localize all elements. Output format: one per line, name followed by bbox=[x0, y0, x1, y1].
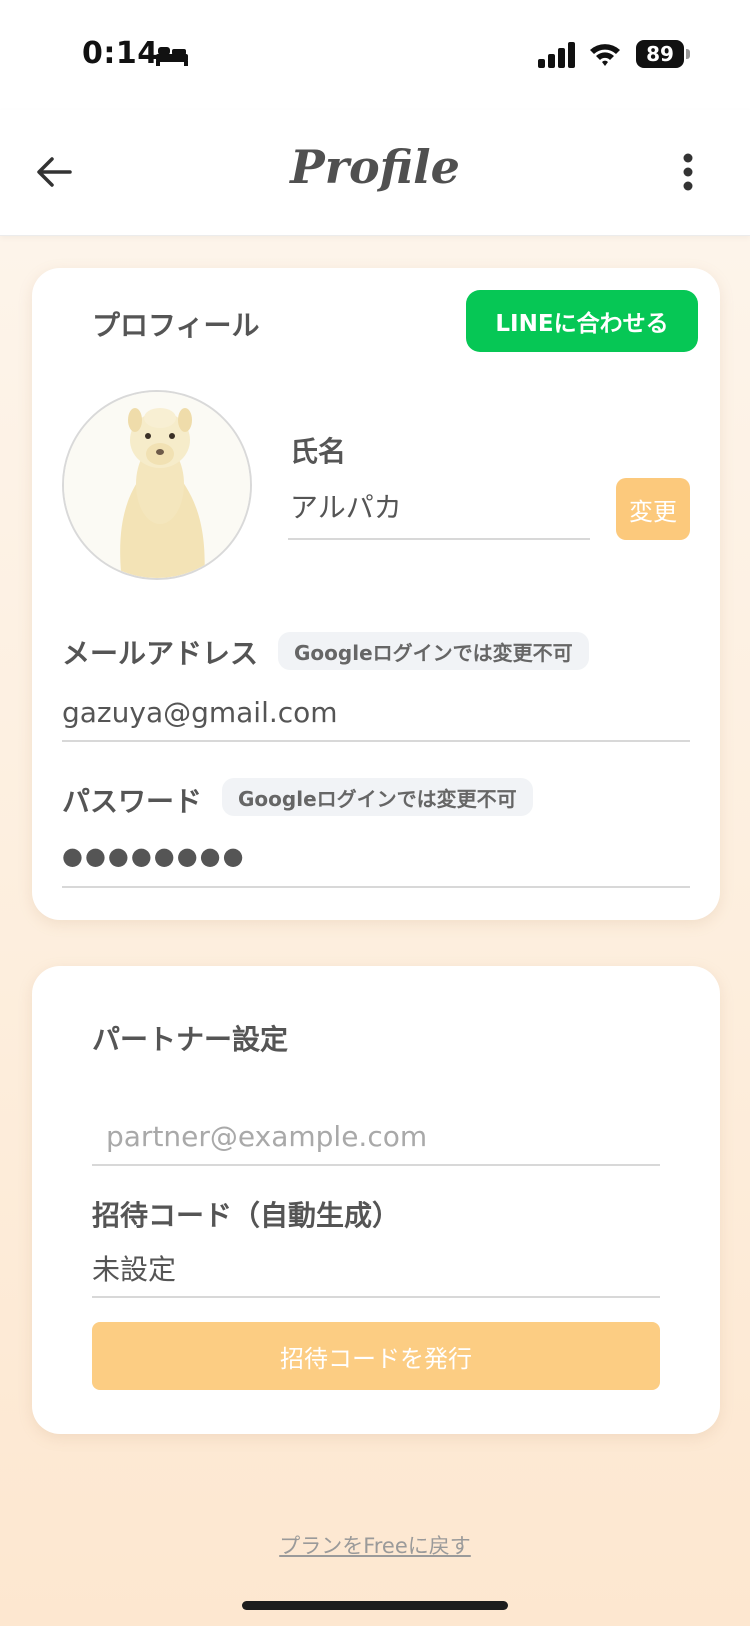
reset-plan-link[interactable]: プランをFreeに戻す bbox=[0, 1530, 750, 1560]
invite-code-value: 未設定 bbox=[92, 1253, 177, 1286]
change-name-button[interactable]: 変更 bbox=[616, 478, 690, 540]
avatar[interactable] bbox=[62, 390, 252, 580]
app-header: Profile bbox=[0, 110, 750, 236]
partner-email-input[interactable] bbox=[92, 1106, 658, 1166]
cellular-signal-icon bbox=[538, 42, 575, 68]
partner-card: パートナー設定 招待コード（自動生成） 未設定 招待コードを発行 bbox=[32, 966, 720, 1434]
issue-invite-code-button[interactable]: 招待コードを発行 bbox=[92, 1322, 660, 1390]
password-underline bbox=[62, 886, 690, 888]
more-options-button[interactable] bbox=[664, 146, 712, 198]
email-underline bbox=[62, 740, 690, 742]
wifi-icon bbox=[590, 44, 620, 66]
partner-section-title: パートナー設定 bbox=[92, 1023, 289, 1056]
password-label: パスワード bbox=[62, 785, 203, 818]
email-field: gazuya@gmail.com bbox=[62, 696, 338, 729]
password-readonly-badge: Googleログインでは変更不可 bbox=[222, 778, 533, 816]
profile-card: プロフィール LINEに合わせる 氏名 アルパカ 変更 メールアドレス Goog… bbox=[32, 268, 720, 920]
battery-tip bbox=[686, 49, 690, 59]
kebab-menu-icon bbox=[683, 153, 693, 191]
name-underline bbox=[288, 538, 590, 540]
name-field[interactable]: アルパカ bbox=[290, 486, 402, 526]
profile-section-title: プロフィール bbox=[92, 309, 260, 342]
home-indicator bbox=[242, 1601, 508, 1610]
email-readonly-badge: Googleログインでは変更不可 bbox=[278, 632, 589, 670]
password-field: ●●●●●●●● bbox=[62, 842, 246, 870]
partner-email-underline bbox=[92, 1164, 660, 1166]
email-label: メールアドレス bbox=[62, 637, 259, 670]
status-time: 0:14 bbox=[82, 36, 159, 71]
line-sync-button[interactable]: LINEに合わせる bbox=[466, 290, 698, 352]
page-title: Profile bbox=[290, 140, 460, 194]
status-bar: 0:14 89 bbox=[0, 0, 750, 110]
bed-icon bbox=[156, 47, 188, 66]
invite-code-underline bbox=[92, 1296, 660, 1298]
invite-code-label: 招待コード（自動生成） bbox=[92, 1199, 401, 1232]
name-label: 氏名 bbox=[290, 435, 347, 468]
alpaca-avatar-image bbox=[64, 392, 250, 578]
battery-indicator: 89 bbox=[636, 40, 684, 68]
